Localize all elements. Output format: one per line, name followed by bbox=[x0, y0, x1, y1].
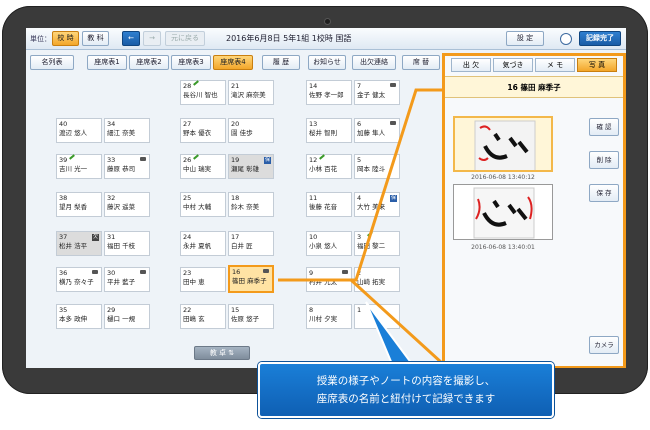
tab-memo[interactable]: メ モ bbox=[535, 58, 575, 72]
photo-timestamp-2: 2016-06-08 13:40:01 bbox=[471, 244, 535, 251]
confirm-button[interactable]: 確 認 bbox=[589, 118, 619, 136]
front-camera bbox=[324, 18, 331, 25]
selected-student-name: 16 篠田 麻季子 bbox=[445, 76, 623, 98]
tab-attendance[interactable]: 出 欠 bbox=[451, 58, 491, 72]
photo-timestamp-1: 2016-06-08 13:40:12 bbox=[471, 174, 535, 181]
feature-callout: 授業の様子やノートの内容を撮影し、 座席表の名前と紐付けて記録できます bbox=[258, 362, 554, 418]
callout-line-1: 授業の様子やノートの内容を撮影し、 bbox=[316, 375, 496, 387]
callout-pointer bbox=[365, 301, 414, 365]
connector-line-top bbox=[278, 88, 444, 282]
save-button[interactable]: 保 存 bbox=[589, 184, 619, 202]
handwriting-photo-icon bbox=[473, 187, 535, 239]
tab-notice[interactable]: 気づき bbox=[493, 58, 533, 72]
tab-photo[interactable]: 写 真 bbox=[577, 58, 617, 72]
camera-button[interactable]: カメラ bbox=[589, 336, 619, 354]
callout-line-2: 座席表の名前と紐付けて記録できます bbox=[316, 393, 496, 405]
panel-tabs: 出 欠 気づき メ モ 写 真 bbox=[445, 56, 623, 74]
handwriting-photo-icon bbox=[474, 120, 536, 170]
photo-thumbnail-2[interactable] bbox=[453, 184, 553, 240]
student-detail-panel: 出 欠 気づき メ モ 写 真 16 篠田 麻季子 2016-06-08 13:… bbox=[442, 53, 626, 368]
photo-thumbnail-1[interactable] bbox=[453, 116, 553, 172]
delete-button[interactable]: 削 除 bbox=[589, 151, 619, 169]
app-screen: 単位： 校 時 教 科 ← → 元に戻る 2016年6月8日 5年1組 1校時 … bbox=[26, 28, 626, 368]
